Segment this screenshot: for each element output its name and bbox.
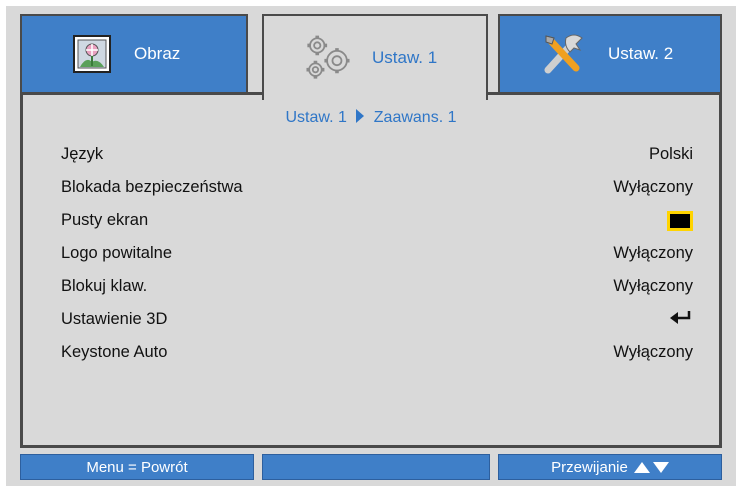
breadcrumb-parent: Ustaw. 1 [285, 109, 347, 126]
setting-value: Wyłączony [613, 244, 693, 262]
triangle-right-icon [356, 109, 365, 123]
setting-row-jezyk[interactable]: Język Polski [61, 138, 693, 171]
tab-obraz-label: Obraz [134, 44, 181, 63]
enter-arrow-icon[interactable] [669, 310, 693, 329]
settings-list: Język Polski Blokada bezpieczeństwa Wyłą… [61, 138, 693, 369]
setting-label: Ustawienie 3D [61, 310, 168, 328]
footer-scroll-label: Przewijanie [551, 458, 628, 476]
setting-row-keystone-auto[interactable]: Keystone Auto Wyłączony [61, 336, 693, 369]
tab-ustaw-2-label: Ustaw. 2 [608, 44, 674, 63]
footer-back-hint[interactable]: Menu = Powrót [20, 454, 254, 480]
setting-value: Wyłączony [613, 277, 693, 295]
arrow-down-icon [652, 461, 669, 473]
breadcrumb-child: Zaawans. 1 [373, 109, 457, 126]
setting-label: Blokada bezpieczeństwa [61, 178, 243, 196]
setting-row-ustawienie-3d[interactable]: Ustawienie 3D [61, 303, 693, 336]
arrow-up-icon [633, 461, 650, 473]
tools-icon [538, 28, 590, 80]
settings-panel: Ustaw. 1 Zaawans. 1 Język Polski Blokada… [20, 92, 722, 448]
footer-middle [262, 454, 490, 480]
tab-ustaw-2[interactable]: Ustaw. 2 [498, 14, 722, 94]
setting-label: Język [61, 145, 104, 163]
breadcrumb: Ustaw. 1 Zaawans. 1 [23, 109, 719, 127]
setting-value: Wyłączony [613, 343, 693, 361]
setting-row-pusty-ekran[interactable]: Pusty ekran [61, 204, 693, 237]
setting-label: Blokuj klaw. [61, 277, 148, 295]
footer-back-label: Menu = Powrót [86, 458, 188, 476]
setting-label: Pusty ekran [61, 211, 149, 229]
setting-row-logo-powitalne[interactable]: Logo powitalne Wyłączony [61, 237, 693, 270]
setting-label: Logo powitalne [61, 244, 173, 262]
setting-row-blokuj-klaw[interactable]: Blokuj klaw. Wyłączony [61, 270, 693, 303]
gears-icon [302, 32, 354, 84]
tab-obraz[interactable]: Obraz [20, 14, 248, 94]
black-color-swatch-icon[interactable] [667, 210, 693, 231]
footer-scroll-hint[interactable]: Przewijanie [498, 454, 722, 480]
picture-icon [66, 28, 118, 80]
setting-row-blokada-bezpieczenstwa[interactable]: Blokada bezpieczeństwa Wyłączony [61, 171, 693, 204]
tab-ustaw-1[interactable]: Ustaw. 1 [262, 14, 488, 100]
setting-value: Polski [648, 145, 693, 163]
setting-value: Wyłączony [613, 178, 693, 196]
setting-label: Keystone Auto [61, 343, 168, 361]
tab-ustaw-1-label: Ustaw. 1 [372, 48, 438, 67]
